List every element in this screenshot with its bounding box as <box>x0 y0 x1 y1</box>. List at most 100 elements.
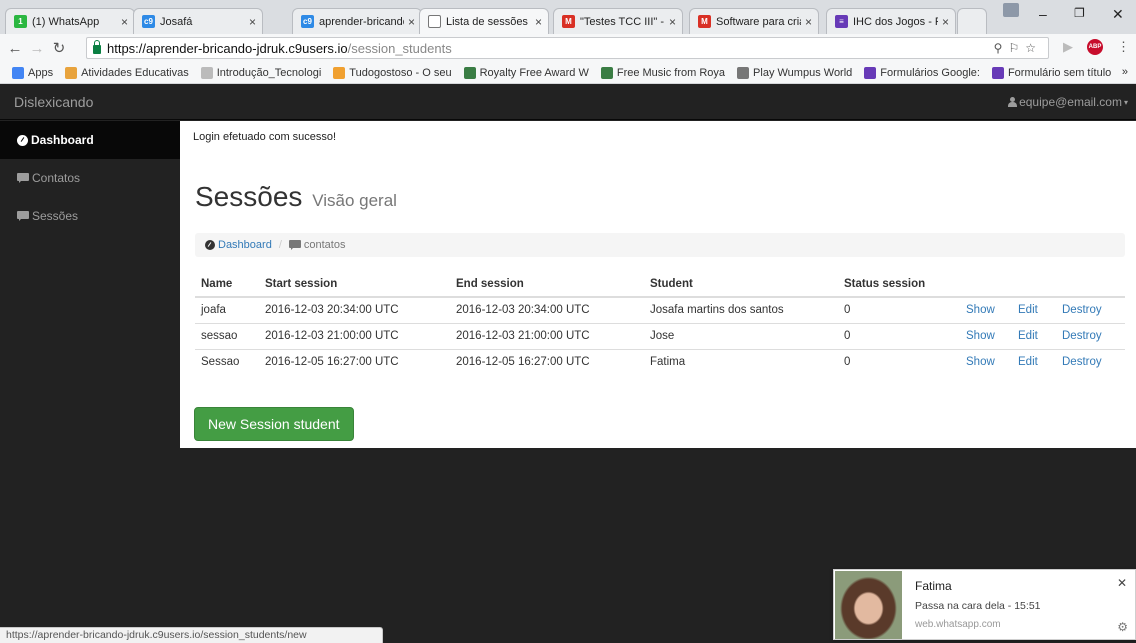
browser-tab[interactable]: ≡ IHC dos Jogos - Fo × <box>826 8 956 34</box>
table-cell: 0 <box>838 348 960 375</box>
destroy-link[interactable]: Destroy <box>1062 330 1102 342</box>
adblock-icon[interactable]: ABP <box>1087 39 1103 55</box>
table-cell: 2016-12-03 20:34:00 UTC <box>456 304 590 317</box>
pin-icon[interactable]: ⚐ <box>1008 41 1025 55</box>
tab-close-icon[interactable]: × <box>535 15 542 29</box>
extension-icon[interactable]: ▶ <box>1063 39 1073 55</box>
caret-down-icon: ▾ <box>1123 97 1128 107</box>
bookmarks-bar: Apps Atividades Educativas Introdução_Tecn… <box>0 62 1136 84</box>
tab-close-icon[interactable]: × <box>249 15 256 29</box>
user-icon <box>1008 97 1018 107</box>
star-icon[interactable]: ☆ <box>1025 41 1042 55</box>
tab-close-icon[interactable]: × <box>805 15 812 29</box>
browser-tab[interactable]: 1 (1) WhatsApp × <box>5 8 135 34</box>
bookmark-label: Play Wumpus World <box>753 66 853 79</box>
edit-link[interactable]: Edit <box>1018 330 1038 342</box>
bookmark-item[interactable]: Tudogostoso - O seu <box>333 66 452 79</box>
address-bar[interactable]: https://aprender-bricando-jdruk.c9users.… <box>86 37 1049 59</box>
edit-link[interactable]: Edit <box>1018 304 1038 316</box>
destroy-link[interactable]: Destroy <box>1062 304 1102 316</box>
table-row: joafa 2016-12-03 20:34:00 UTC 2016-12-03 2… <box>195 297 1125 323</box>
table-row: Sessao 2016-12-05 16:27:00 UTC 2016-12-05 … <box>195 348 1125 375</box>
back-icon[interactable]: ← <box>4 40 26 57</box>
zoom-icon[interactable]: ⚲ <box>994 41 1009 55</box>
app-navbar: Dislexicando equipe@email.com ▾ <box>0 84 1136 120</box>
table-row: sessao 2016-12-03 21:00:00 UTC 2016-12-03 … <box>195 322 1125 349</box>
user-email: equipe@email.com <box>1019 95 1122 109</box>
new-session-student-button[interactable]: New Session student <box>194 407 354 441</box>
bookmark-icon <box>333 66 346 79</box>
column-header: Status session <box>838 271 960 298</box>
action-cell: Edit <box>1012 297 1056 323</box>
action-cell: Show <box>960 297 1012 323</box>
table-cell: 2016-12-03 21:00:00 UTC <box>259 322 450 349</box>
tab-title: Software para criar <box>716 15 801 28</box>
tab-favicon-icon: 1 <box>14 15 27 28</box>
browser-tab[interactable]: c9 Josafá × <box>133 8 263 34</box>
sidebar-item-contatos[interactable]: Contatos <box>0 159 180 197</box>
tab-close-icon[interactable]: × <box>408 15 415 29</box>
tab-close-icon[interactable]: × <box>669 15 676 29</box>
browser-tab[interactable]: M Software para criar × <box>689 8 819 34</box>
table-cell: 2016-12-03 20:34:00 UTC <box>265 304 399 317</box>
tab-title: IHC dos Jogos - Fo <box>853 15 938 28</box>
table-cell: 2016-12-03 21:00:00 UTC <box>450 322 644 349</box>
sidebar: Dashboard Contatos Sessões <box>0 121 180 448</box>
brand[interactable]: Dislexicando <box>14 94 93 110</box>
page-title: Sessões Visão geral <box>195 181 397 212</box>
breadcrumb-separator: / <box>278 239 282 251</box>
bookmark-item[interactable]: Formulários Google: <box>864 66 980 79</box>
browser-tab[interactable]: M "Testes TCC III" - ja × <box>553 8 683 34</box>
bookmark-icon <box>600 66 613 79</box>
dashboard-icon <box>17 134 28 146</box>
browser-tab[interactable]: c9 aprender-bricando × <box>292 8 422 34</box>
bookmark-label: Tudogostoso - O seu <box>349 66 452 79</box>
bookmarks-more[interactable]: » <box>1122 66 1128 78</box>
destroy-link[interactable]: Destroy <box>1062 356 1102 368</box>
show-link[interactable]: Show <box>966 356 995 368</box>
bookmark-item[interactable]: Free Music from Roya <box>600 66 726 79</box>
edit-link[interactable]: Edit <box>1018 356 1038 368</box>
show-link[interactable]: Show <box>966 330 995 342</box>
close-icon[interactable]: ✕ <box>1117 576 1127 590</box>
bookmark-item[interactable]: Formulário sem título <box>991 66 1111 79</box>
reload-icon[interactable]: ↻ <box>48 39 70 57</box>
bookmark-item[interactable]: Introdução_Tecnologi <box>200 66 321 79</box>
user-menu[interactable]: equipe@email.com ▾ <box>1008 95 1128 109</box>
profile-icon[interactable] <box>1003 3 1019 17</box>
close-window-icon[interactable]: ✕ <box>1112 6 1124 23</box>
status-bar: https://aprender-bricando-jdruk.c9users.… <box>0 627 383 643</box>
gear-icon[interactable]: ⚙ <box>1117 620 1128 634</box>
tab-favicon-icon: M <box>698 15 711 28</box>
breadcrumb-dashboard-link[interactable]: Dashboard <box>205 239 272 251</box>
tab-close-icon[interactable]: × <box>942 15 949 29</box>
column-header-empty <box>1056 271 1125 298</box>
bookmark-item[interactable]: Apps <box>12 66 53 79</box>
bookmark-icon <box>737 66 750 79</box>
browser-tab[interactable]: Lista de sessões do × <box>419 8 549 34</box>
lock-icon <box>93 39 101 54</box>
dashboard-icon <box>205 240 215 250</box>
column-header-empty <box>1012 271 1056 298</box>
breadcrumb-current: contatos <box>288 239 345 251</box>
comment-icon <box>17 173 29 183</box>
table-cell: Josafa martins dos santos <box>650 304 784 317</box>
forward-icon[interactable]: → <box>26 40 48 57</box>
minimize-icon[interactable]: – <box>1039 6 1047 22</box>
bookmark-icon <box>65 66 78 79</box>
tab-close-icon[interactable]: × <box>121 15 128 29</box>
column-header: Student <box>644 271 838 298</box>
sidebar-item-sessoes[interactable]: Sessões <box>0 197 180 235</box>
menu-icon[interactable]: ⋮ <box>1117 39 1130 55</box>
bookmark-label: Royalty Free Award W <box>479 66 589 79</box>
new-tab-button[interactable] <box>957 8 987 34</box>
show-link[interactable]: Show <box>966 304 995 316</box>
bookmark-item[interactable]: Play Wumpus World <box>737 66 853 79</box>
bookmark-label: Free Music from Roya <box>616 66 726 79</box>
bookmark-item[interactable]: Atividades Educativas <box>65 66 189 79</box>
whatsapp-notification[interactable]: Fatima Passa na cara dela - 15:51 web.wh… <box>833 569 1136 640</box>
bookmark-item[interactable]: Royalty Free Award W <box>463 66 589 79</box>
sidebar-item-dashboard[interactable]: Dashboard <box>0 121 180 159</box>
restore-icon[interactable]: ❐ <box>1074 6 1085 20</box>
column-header: Name <box>195 271 259 298</box>
